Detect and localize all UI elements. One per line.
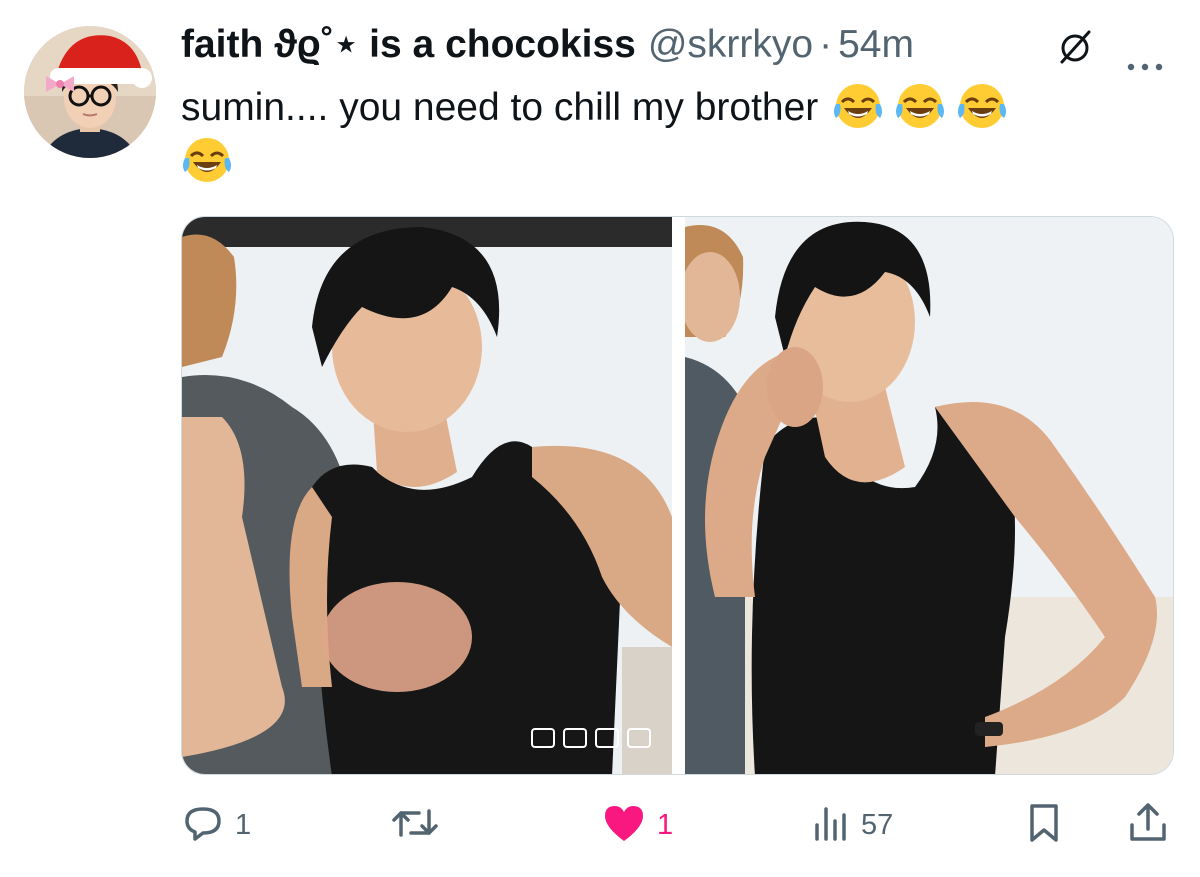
author-display-name[interactable]: faith ϑϱ˚⋆ is a chocokiss [181, 20, 636, 70]
author-handle[interactable]: @skrrkyo [648, 20, 813, 70]
more-options-icon[interactable] [1125, 38, 1165, 71]
author-avatar[interactable] [24, 26, 156, 158]
tweet-text-content: sumin.... you need to chill my brother [181, 86, 819, 129]
tears-of-joy-icon [181, 134, 233, 186]
tweet-action-bar: 1 1 57 [181, 800, 1171, 850]
media-photo-1[interactable] [182, 217, 672, 774]
tears-of-joy-icon [894, 80, 946, 132]
tweet-header: faith ϑϱ˚⋆ is a chocokiss @skrrkyo · 54m [181, 20, 1171, 71]
reply-count: 1 [235, 808, 252, 841]
grok-icon[interactable] [1055, 27, 1095, 67]
reply-button[interactable]: 1 [181, 800, 251, 850]
tweet-text: sumin.... you need to chill my brother [181, 80, 1161, 188]
media-photo-2[interactable] [685, 217, 1173, 774]
like-count: 1 [657, 808, 674, 841]
share-button[interactable] [1126, 800, 1170, 850]
heart-filled-icon [601, 801, 647, 850]
tweet-media-grid [181, 216, 1174, 775]
reply-icon [181, 801, 225, 850]
views-button[interactable]: 57 [811, 800, 893, 850]
bookmark-button[interactable] [1024, 800, 1064, 850]
share-icon [1126, 801, 1170, 850]
tweet-timestamp[interactable]: 54m [838, 20, 914, 70]
views-chart-icon [811, 801, 851, 850]
separator-dot: · [819, 23, 833, 66]
like-button[interactable]: 1 [601, 800, 673, 850]
repost-icon [389, 801, 441, 850]
avatar-image [24, 26, 156, 158]
tears-of-joy-icon [832, 80, 884, 132]
repost-button[interactable] [389, 800, 451, 850]
bookmark-icon [1024, 801, 1064, 850]
tears-of-joy-icon [956, 80, 1008, 132]
views-count: 57 [861, 808, 894, 841]
